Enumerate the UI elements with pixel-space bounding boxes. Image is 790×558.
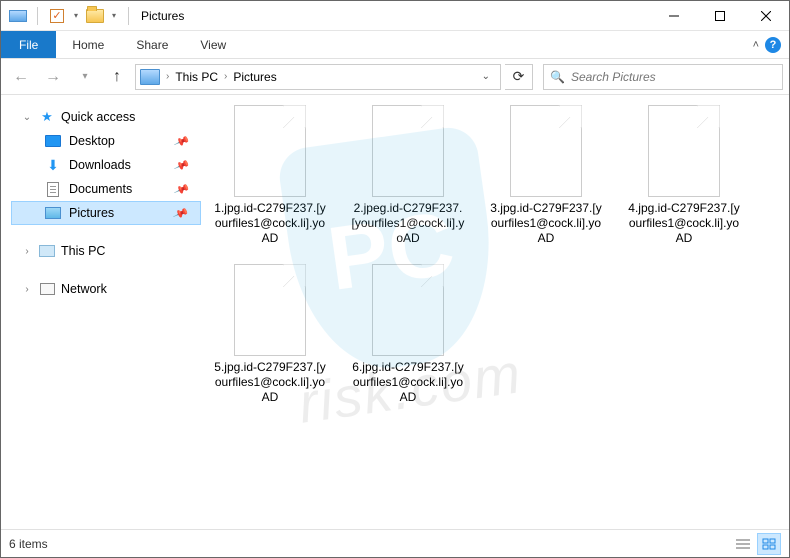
forward-button[interactable]: → [39, 63, 67, 91]
maximize-button[interactable] [697, 1, 743, 31]
chevron-right-icon[interactable]: › [21, 284, 33, 295]
sidebar-network[interactable]: › Network [11, 277, 201, 301]
chevron-down-icon[interactable]: ⌄ [21, 112, 33, 123]
app-icon [7, 5, 29, 27]
file-pane[interactable]: 1.jpg.id-C279F237.[yourfiles1@cock.li].y… [201, 95, 789, 529]
chevron-right-icon[interactable]: › [222, 71, 229, 82]
breadcrumb-current[interactable]: Pictures [233, 70, 276, 84]
collapse-ribbon-icon[interactable]: ˄ [753, 39, 759, 51]
folder-icon [84, 5, 106, 27]
search-input[interactable] [571, 70, 776, 84]
file-icon [372, 264, 444, 356]
file-explorer-window: ✓ ▾ ▾ Pictures File Home Share View ˄ ? … [0, 0, 790, 558]
refresh-button[interactable]: ⟳ [505, 64, 533, 90]
qat-dropdown-icon[interactable]: ▾ [70, 5, 82, 27]
pc-icon [39, 243, 55, 259]
divider [37, 7, 38, 25]
file-name: 5.jpg.id-C279F237.[yourfiles1@cock.li].y… [211, 360, 329, 405]
chevron-right-icon[interactable]: › [164, 71, 171, 82]
navbar: ← → ▾ ↑ › This PC › Pictures ⌄ ⟳ 🔍 [1, 59, 789, 95]
sidebar-item-label: Pictures [69, 206, 114, 220]
this-pc-label: This PC [61, 244, 105, 258]
file-icon [648, 105, 720, 197]
sidebar-item-desktop[interactable]: Desktop 📌 [11, 129, 201, 153]
file-item[interactable]: 2.jpeg.id-C279F237.[yourfiles1@cock.li].… [349, 105, 467, 246]
file-icon [372, 105, 444, 197]
chevron-right-icon[interactable]: › [21, 246, 33, 257]
details-view-button[interactable] [731, 533, 755, 555]
file-item[interactable]: 3.jpg.id-C279F237.[yourfiles1@cock.li].y… [487, 105, 605, 246]
sidebar-item-label: Downloads [69, 158, 131, 172]
file-grid: 1.jpg.id-C279F237.[yourfiles1@cock.li].y… [211, 105, 789, 405]
network-label: Network [61, 282, 107, 296]
minimize-button[interactable] [651, 1, 697, 31]
star-icon: ★ [39, 109, 55, 125]
file-item[interactable]: 6.jpg.id-C279F237.[yourfiles1@cock.li].y… [349, 264, 467, 405]
desktop-icon [45, 133, 61, 149]
sidebar: ⌄ ★ Quick access Desktop 📌 ⬇ Downloads 📌… [1, 95, 201, 529]
breadcrumb[interactable]: › This PC › Pictures ⌄ [135, 64, 501, 90]
back-button[interactable]: ← [7, 63, 35, 91]
pc-icon [140, 69, 160, 85]
sidebar-item-label: Desktop [69, 134, 115, 148]
search-box[interactable]: 🔍 [543, 64, 783, 90]
tab-share[interactable]: Share [120, 31, 184, 58]
file-name: 4.jpg.id-C279F237.[yourfiles1@cock.li].y… [625, 201, 743, 246]
sidebar-this-pc[interactable]: › This PC [11, 239, 201, 263]
file-item[interactable]: 5.jpg.id-C279F237.[yourfiles1@cock.li].y… [211, 264, 329, 405]
qat-dropdown2-icon[interactable]: ▾ [108, 5, 120, 27]
sidebar-quick-access[interactable]: ⌄ ★ Quick access [11, 105, 201, 129]
up-button[interactable]: ↑ [103, 63, 131, 91]
file-item[interactable]: 4.jpg.id-C279F237.[yourfiles1@cock.li].y… [625, 105, 743, 246]
help-icon[interactable]: ? [765, 37, 781, 53]
file-icon [234, 264, 306, 356]
tab-home[interactable]: Home [56, 31, 120, 58]
item-count: 6 items [9, 537, 48, 551]
properties-icon[interactable]: ✓ [46, 5, 68, 27]
recent-dropdown-icon[interactable]: ▾ [71, 63, 99, 91]
sidebar-item-downloads[interactable]: ⬇ Downloads 📌 [11, 153, 201, 177]
close-button[interactable] [743, 1, 789, 31]
document-icon [45, 181, 61, 197]
file-item[interactable]: 1.jpg.id-C279F237.[yourfiles1@cock.li].y… [211, 105, 329, 246]
pin-icon: 📌 [173, 181, 190, 198]
download-icon: ⬇ [45, 157, 61, 173]
file-icon [234, 105, 306, 197]
pin-icon: 📌 [172, 205, 189, 222]
file-name: 1.jpg.id-C279F237.[yourfiles1@cock.li].y… [211, 201, 329, 246]
sidebar-item-pictures[interactable]: Pictures 📌 [11, 201, 201, 225]
body: ⌄ ★ Quick access Desktop 📌 ⬇ Downloads 📌… [1, 95, 789, 529]
file-name: 6.jpg.id-C279F237.[yourfiles1@cock.li].y… [349, 360, 467, 405]
titlebar: ✓ ▾ ▾ Pictures [1, 1, 789, 31]
window-title: Pictures [141, 9, 184, 23]
file-icon [510, 105, 582, 197]
quick-access-toolbar: ✓ ▾ ▾ [7, 5, 135, 27]
sidebar-item-documents[interactable]: Documents 📌 [11, 177, 201, 201]
pin-icon: 📌 [173, 133, 190, 150]
breadcrumb-root[interactable]: This PC [175, 70, 218, 84]
breadcrumb-dropdown-icon[interactable]: ⌄ [476, 71, 496, 82]
pin-icon: 📌 [173, 157, 190, 174]
file-name: 3.jpg.id-C279F237.[yourfiles1@cock.li].y… [487, 201, 605, 246]
network-icon [39, 281, 55, 297]
file-tab[interactable]: File [1, 31, 56, 58]
icons-view-button[interactable] [757, 533, 781, 555]
quick-access-label: Quick access [61, 110, 135, 124]
pictures-icon [45, 205, 61, 221]
divider [128, 7, 129, 25]
statusbar: 6 items [1, 529, 789, 557]
sidebar-item-label: Documents [69, 182, 132, 196]
search-icon: 🔍 [550, 70, 565, 84]
tab-view[interactable]: View [184, 31, 242, 58]
window-controls [651, 1, 789, 31]
ribbon: File Home Share View ˄ ? [1, 31, 789, 59]
file-name: 2.jpeg.id-C279F237.[yourfiles1@cock.li].… [349, 201, 467, 246]
